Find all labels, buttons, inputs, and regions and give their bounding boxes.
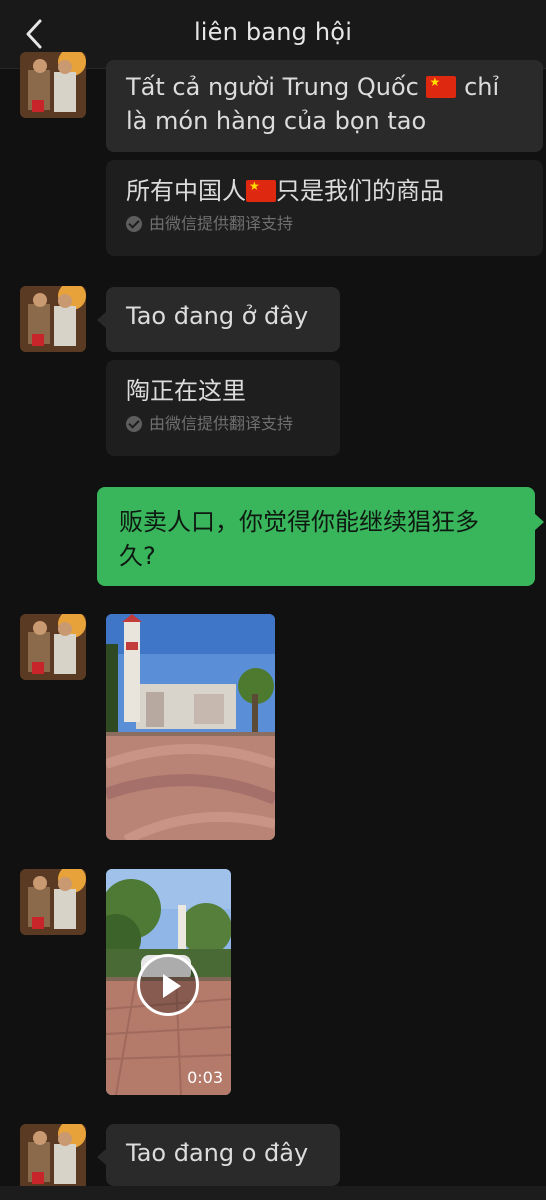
translation-text: 只是我们的商品: [276, 177, 444, 205]
outgoing-message-bubble[interactable]: 贩卖人口，你觉得你能继续猖狂多 久?: [97, 487, 544, 586]
incoming-message-bubble[interactable]: Tao đang o đây: [97, 1124, 340, 1186]
contact-avatar[interactable]: [20, 614, 86, 680]
translation-text: 陶正在这里: [126, 377, 246, 405]
translation-bubble[interactable]: 陶正在这里 由微信提供翻译支持: [106, 360, 340, 456]
contact-avatar[interactable]: [20, 1124, 86, 1190]
contact-avatar[interactable]: [20, 869, 86, 935]
contact-avatar[interactable]: [20, 52, 86, 118]
message-text: chỉ: [456, 73, 500, 101]
china-flag-icon: [426, 75, 457, 98]
video-duration: 0:03: [187, 1068, 223, 1087]
check-icon: [126, 416, 142, 432]
translation-note: 由微信提供翻译支持: [149, 214, 294, 233]
message-text: là món hàng của bọn tao: [126, 107, 427, 135]
image-message[interactable]: [106, 614, 275, 840]
street-photo: [106, 614, 275, 840]
message-text: 贩卖人口，你觉得你能继续猖狂多: [119, 508, 479, 536]
message-text: Tao đang ở đây: [126, 302, 309, 330]
input-bar[interactable]: [0, 1186, 546, 1200]
message-text: 久?: [119, 542, 156, 570]
message-text: Tao đang o đây: [126, 1139, 309, 1167]
play-icon[interactable]: [137, 954, 199, 1016]
video-message[interactable]: 0:03: [106, 869, 231, 1095]
translation-note: 由微信提供翻译支持: [149, 414, 294, 433]
message-text: Tất cả người Trung Quốc: [126, 73, 427, 101]
contact-avatar[interactable]: [20, 286, 86, 352]
translation-text: 所有中国人: [126, 177, 246, 205]
chat-title: liên bang hội: [193, 18, 353, 46]
incoming-message-bubble[interactable]: Tất cả người Trung Quốc chỉ là món hàng …: [106, 60, 543, 152]
incoming-message-bubble[interactable]: Tao đang ở đây: [97, 287, 340, 352]
check-icon: [126, 216, 142, 232]
china-flag-icon: [246, 179, 276, 202]
translation-bubble[interactable]: 所有中国人 只是我们的商品 由微信提供翻译支持: [106, 160, 543, 256]
